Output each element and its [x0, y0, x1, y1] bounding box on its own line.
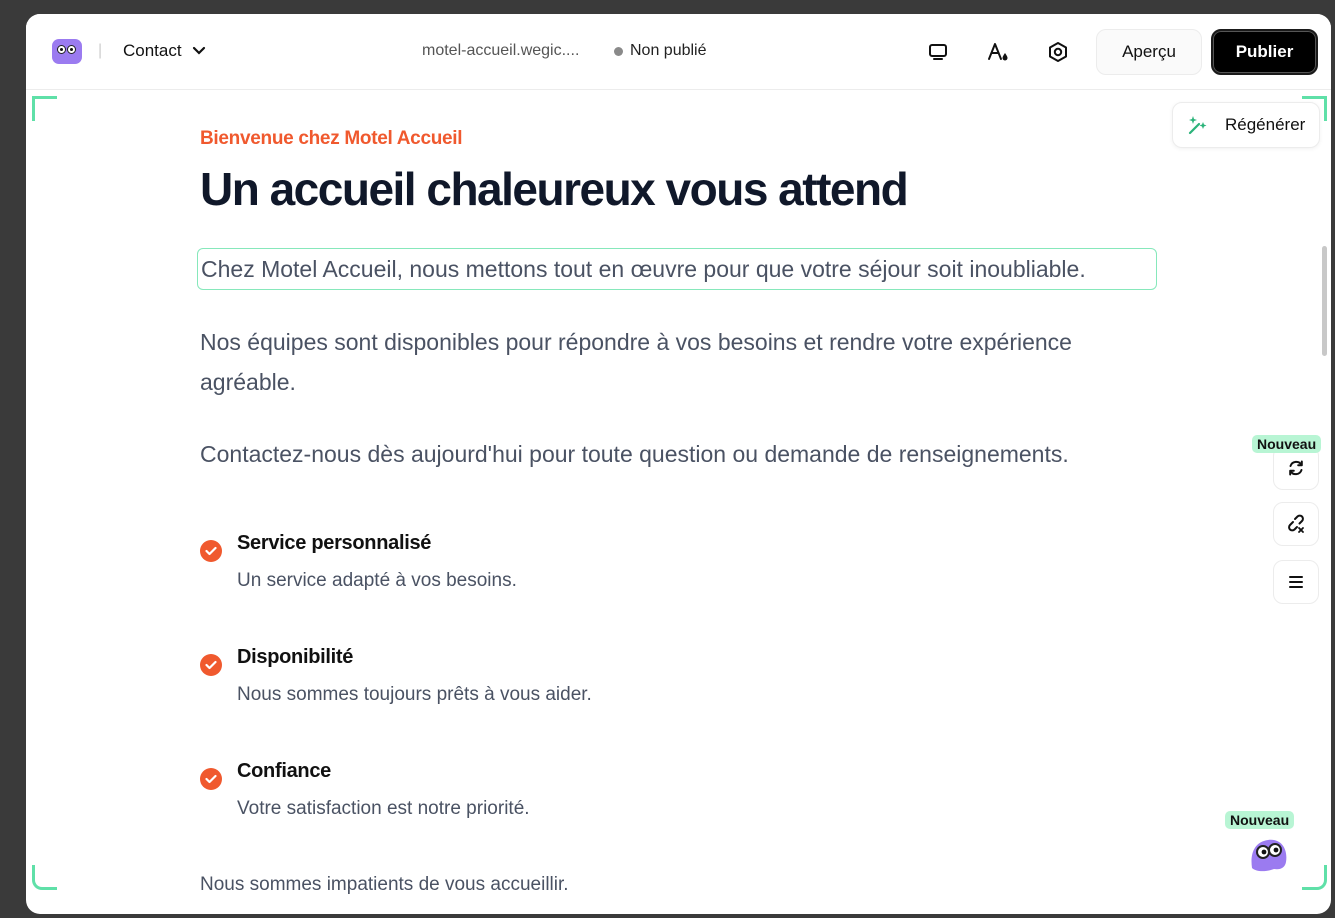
sync-icon — [1289, 460, 1303, 476]
paragraph-selected[interactable]: Chez Motel Accueil, nous mettons tout en… — [197, 248, 1157, 290]
site-url[interactable]: motel-accueil.wegic.... — [422, 42, 579, 60]
regenerate-button[interactable]: Régénérer — [1172, 102, 1320, 148]
toolbar-separator: | — [98, 42, 103, 59]
preview-button[interactable]: Aperçu — [1096, 29, 1202, 75]
top-toolbar: | Contact motel-accueil.wegic.... Non pu… — [26, 14, 1331, 90]
paragraph[interactable]: Nos équipes sont disponibles pour répond… — [200, 322, 1160, 402]
selection-corner — [32, 865, 57, 890]
closing-text[interactable]: Nous sommes impatients de vous accueilli… — [200, 874, 569, 896]
page-selector[interactable]: Contact — [123, 41, 206, 61]
publish-button[interactable]: Publier — [1211, 29, 1318, 75]
desktop-icon[interactable] — [924, 38, 952, 66]
check-icon — [200, 654, 222, 676]
unlink-button[interactable] — [1273, 502, 1319, 546]
section-headline[interactable]: Un accueil chaleureux vous attend — [200, 162, 909, 216]
sparkle-wand-icon — [1188, 116, 1207, 135]
editor-window: | Contact motel-accueil.wegic.... Non pu… — [26, 14, 1331, 914]
typography-color-icon[interactable] — [984, 38, 1012, 66]
feature-title: Confiance — [237, 760, 331, 782]
app-logo-icon[interactable] — [52, 39, 82, 64]
section-eyebrow[interactable]: Bienvenue chez Motel Accueil — [200, 128, 463, 150]
publish-status: Non publié — [614, 42, 707, 60]
paragraph[interactable]: Contactez-nous dès aujourd'hui pour tout… — [200, 434, 1160, 474]
selection-corner — [32, 96, 57, 121]
check-icon — [200, 540, 222, 562]
menu-icon — [1289, 576, 1303, 588]
status-dot-icon — [614, 46, 623, 56]
regenerate-label: Régénérer — [1225, 115, 1306, 134]
check-icon — [200, 768, 222, 790]
assistant-mascot-icon[interactable] — [1244, 828, 1292, 872]
feature-title: Disponibilité — [237, 646, 354, 668]
feature-description: Un service adapté à vos besoins. — [237, 570, 517, 591]
menu-button[interactable] — [1273, 560, 1319, 604]
status-label: Non publié — [630, 42, 707, 59]
new-badge: Nouveau — [1225, 811, 1295, 829]
feature-description: Votre satisfaction est notre priorité. — [237, 798, 530, 819]
chevron-down-icon — [192, 46, 205, 55]
page-selector-label: Contact — [123, 41, 182, 60]
unlink-icon — [1288, 514, 1304, 533]
scrollbar-thumb[interactable] — [1322, 246, 1327, 356]
feature-description: Nous sommes toujours prêts à vous aider. — [237, 684, 592, 705]
selection-corner — [1302, 865, 1327, 890]
new-badge: Nouveau — [1252, 435, 1322, 453]
settings-icon[interactable] — [1044, 38, 1072, 66]
feature-title: Service personnalisé — [237, 532, 432, 554]
